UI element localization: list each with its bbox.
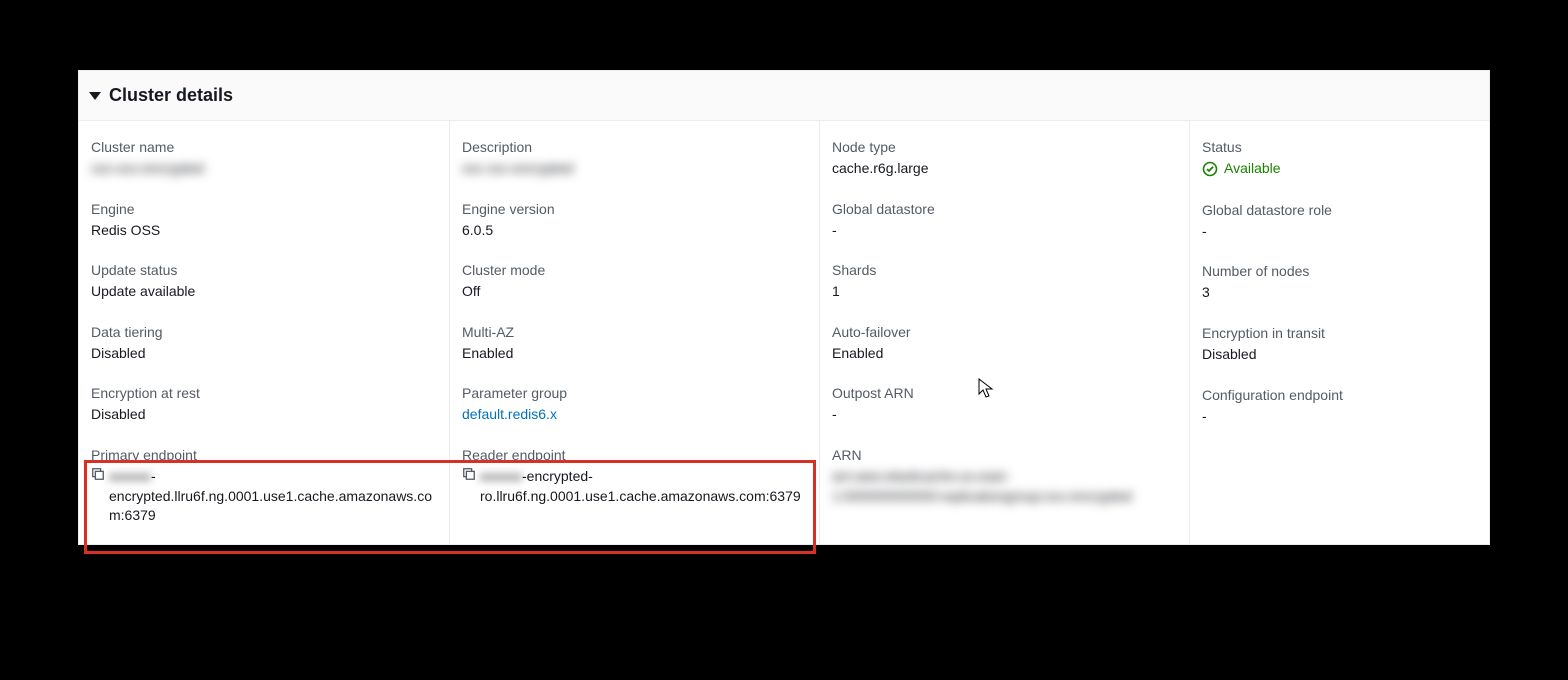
global-datastore-role-value: - (1202, 222, 1477, 242)
number-of-nodes-value: 3 (1202, 283, 1477, 303)
global-datastore-role-label: Global datastore role (1202, 202, 1477, 218)
collapse-caret-icon[interactable] (89, 92, 101, 100)
parameter-group-link[interactable]: default.redis6.x (462, 405, 807, 425)
shards-label: Shards (832, 262, 1177, 278)
engine-version-label: Engine version (462, 201, 807, 217)
cluster-name-label: Cluster name (91, 139, 437, 155)
parameter-group-label: Parameter group (462, 385, 807, 401)
cluster-details-panel: Cluster details Cluster name xxx-xxx-enc… (78, 70, 1490, 545)
arn-label: ARN (832, 447, 1177, 463)
status-value: Available (1202, 159, 1281, 179)
node-type-label: Node type (832, 139, 1177, 155)
details-column-2: Description xxx xxx encrypted Engine ver… (449, 120, 819, 544)
encryption-in-transit-label: Encryption in transit (1202, 325, 1477, 341)
outpost-arn-label: Outpost ARN (832, 385, 1177, 401)
global-datastore-value: - (832, 221, 1177, 241)
section-header: Cluster details (79, 71, 1489, 120)
copy-icon[interactable] (462, 467, 476, 487)
auto-failover-value: Enabled (832, 344, 1177, 364)
primary-endpoint-label: Primary endpoint (91, 447, 437, 463)
configuration-endpoint-value: - (1202, 407, 1477, 427)
shards-value: 1 (832, 282, 1177, 302)
update-status-label: Update status (91, 262, 437, 278)
number-of-nodes-label: Number of nodes (1202, 263, 1477, 279)
engine-value: Redis OSS (91, 221, 437, 241)
data-tiering-value: Disabled (91, 344, 437, 364)
details-column-1: Cluster name xxx-xxx-encrypted Engine Re… (79, 120, 449, 544)
description-value: xxx xxx encrypted (462, 159, 807, 179)
details-grid: Cluster name xxx-xxx-encrypted Engine Re… (79, 120, 1489, 544)
multi-az-value: Enabled (462, 344, 807, 364)
auto-failover-label: Auto-failover (832, 324, 1177, 340)
cluster-name-value: xxx-xxx-encrypted (91, 159, 437, 179)
status-label: Status (1202, 139, 1477, 155)
arn-value: arn:aws:elasticache:us-east-1:0000000000… (832, 467, 1177, 506)
engine-label: Engine (91, 201, 437, 217)
data-tiering-label: Data tiering (91, 324, 437, 340)
cluster-mode-value: Off (462, 282, 807, 302)
reader-endpoint-value: xxxxxx-encrypted-ro.llru6f.ng.0001.use1.… (462, 467, 807, 506)
global-datastore-label: Global datastore (832, 201, 1177, 217)
encryption-at-rest-value: Disabled (91, 405, 437, 425)
configuration-endpoint-label: Configuration endpoint (1202, 387, 1477, 403)
multi-az-label: Multi-AZ (462, 324, 807, 340)
details-column-4: Status Available Global datastore role -… (1189, 120, 1489, 544)
copy-icon[interactable] (91, 467, 105, 487)
primary-endpoint-value: xxxxxx-encrypted.llru6f.ng.0001.use1.cac… (91, 467, 437, 526)
engine-version-value: 6.0.5 (462, 221, 807, 241)
check-circle-icon (1202, 161, 1218, 177)
update-status-value: Update available (91, 282, 437, 302)
details-column-3: Node type cache.r6g.large Global datasto… (819, 120, 1189, 544)
reader-endpoint-label: Reader endpoint (462, 447, 807, 463)
node-type-value: cache.r6g.large (832, 159, 1177, 179)
section-title: Cluster details (109, 85, 233, 106)
encryption-at-rest-label: Encryption at rest (91, 385, 437, 401)
cluster-mode-label: Cluster mode (462, 262, 807, 278)
encryption-in-transit-value: Disabled (1202, 345, 1477, 365)
description-label: Description (462, 139, 807, 155)
outpost-arn-value: - (832, 405, 1177, 425)
